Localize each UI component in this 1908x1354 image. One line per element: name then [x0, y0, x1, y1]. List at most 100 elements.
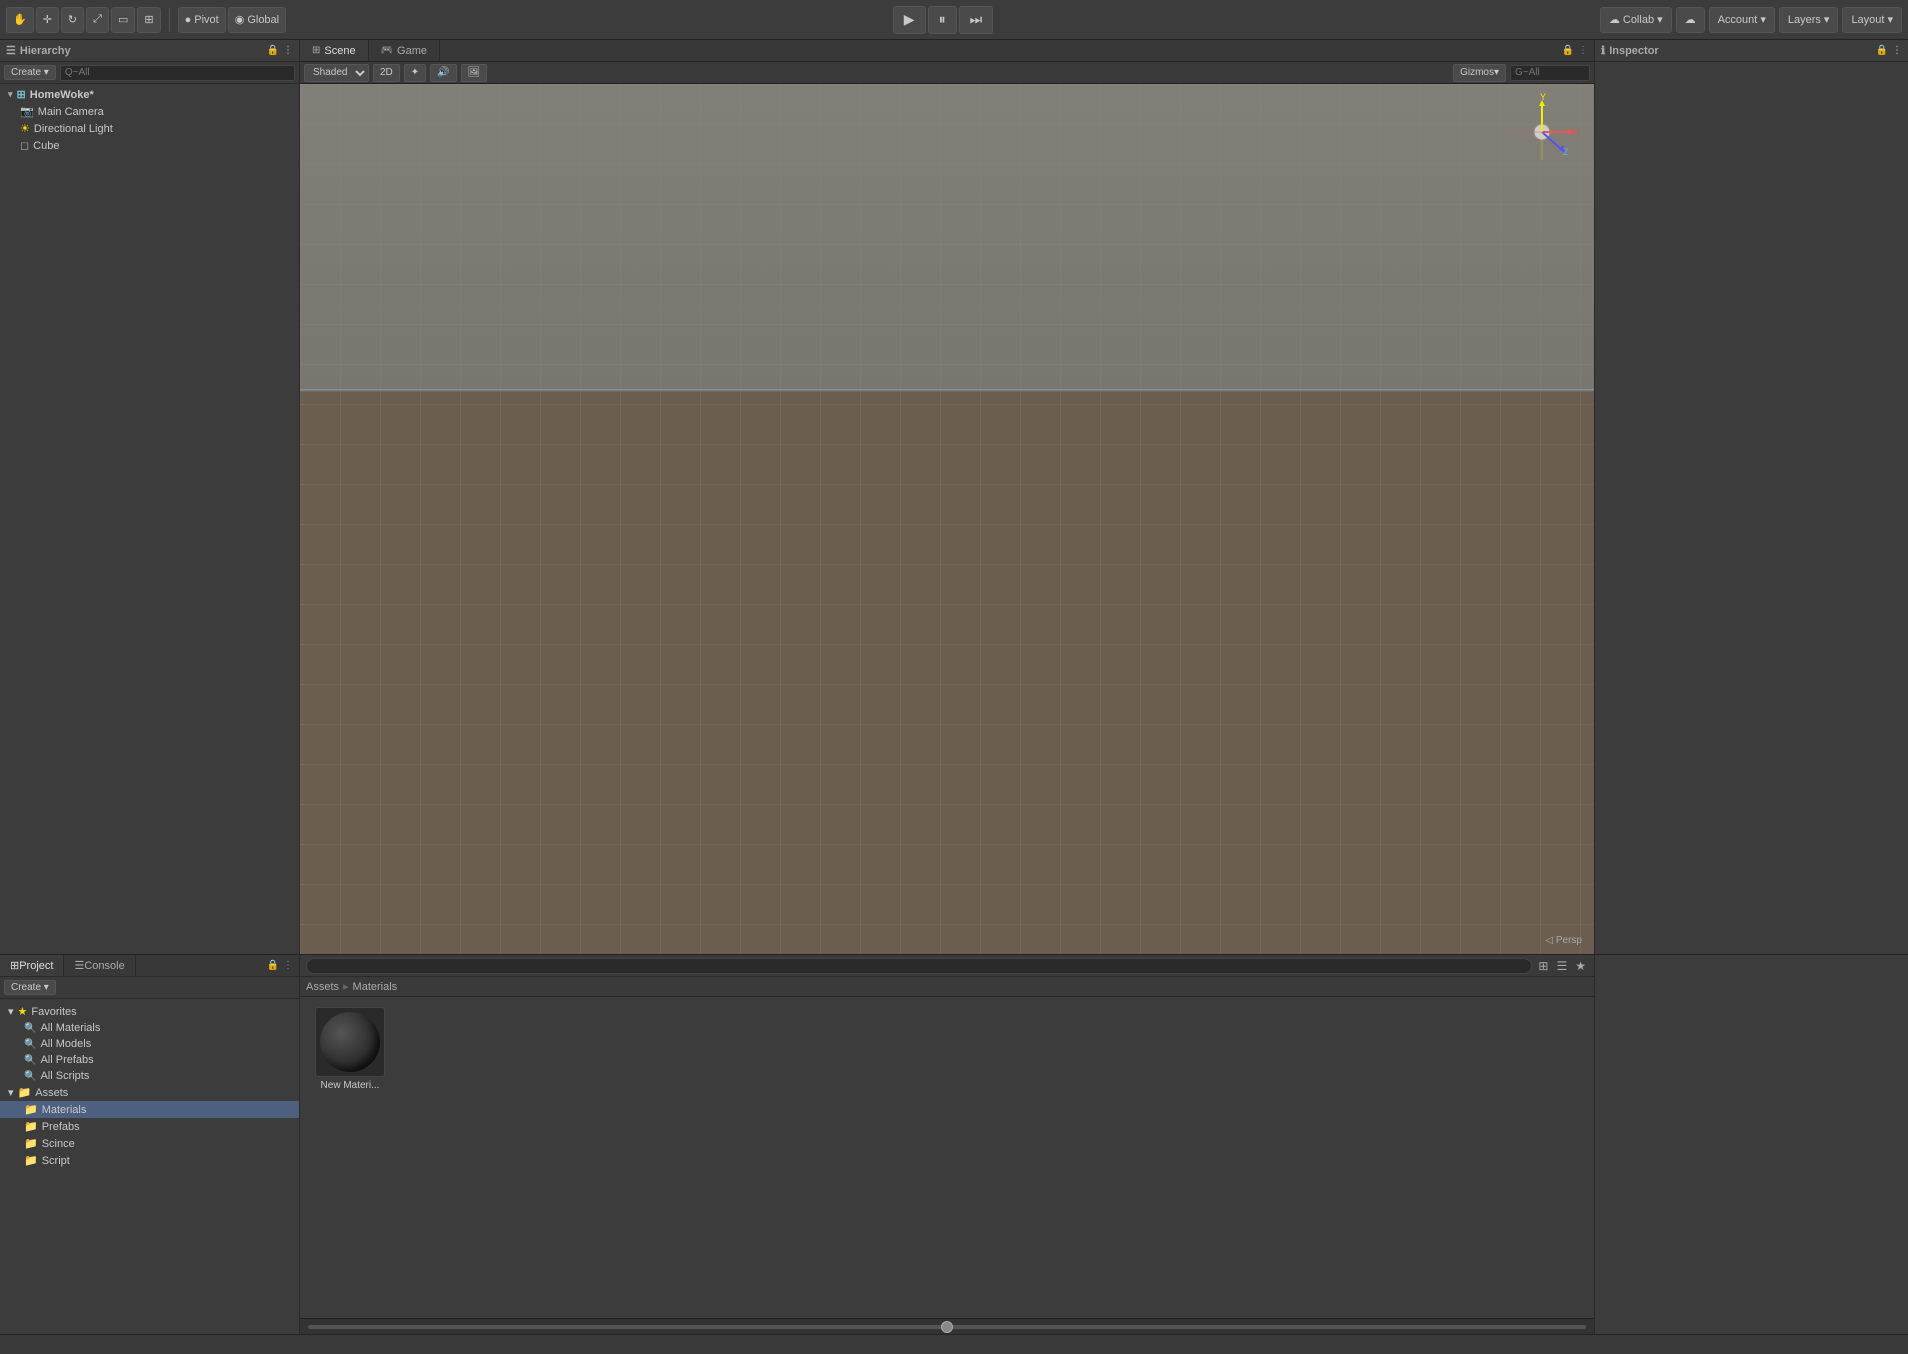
directional-light-item[interactable]: ☀ Directional Light: [0, 120, 299, 137]
play-btn[interactable]: ▶: [893, 6, 926, 34]
pause-btn[interactable]: ⏸: [928, 6, 957, 34]
lighting-icon: ✦: [411, 67, 419, 78]
layers-btn[interactable]: Layers ▾: [1779, 7, 1839, 33]
hierarchy-search-input[interactable]: [60, 65, 295, 81]
scince-folder-label: Scince: [42, 1138, 75, 1150]
cube-label: Cube: [33, 140, 59, 152]
script-folder[interactable]: 📁 Script: [0, 1152, 299, 1169]
2d-btn[interactable]: 2D: [373, 64, 400, 82]
hierarchy-more-icon[interactable]: ⋮: [283, 45, 293, 56]
shading-select[interactable]: Shaded: [304, 64, 369, 82]
prefabs-folder[interactable]: 📁 Prefabs: [0, 1118, 299, 1135]
transform-tool-btn[interactable]: ⊞: [137, 7, 160, 33]
hierarchy-header-left: ☰ Hierarchy: [6, 44, 71, 57]
scene-gizmo-widget[interactable]: X Y Z: [1502, 92, 1582, 172]
inspector-more-icon[interactable]: ⋮: [1892, 45, 1902, 56]
scene-view[interactable]: X Y Z ◁ Persp: [300, 84, 1594, 954]
tab-scene[interactable]: ⊞ Scene: [300, 40, 369, 61]
rotate-tool-btn[interactable]: ↻: [61, 7, 84, 33]
gizmo-axes-svg: X Y Z: [1502, 92, 1582, 172]
assets-folder[interactable]: ▾ 📁 Assets: [0, 1084, 299, 1101]
script-folder-icon: 📁: [24, 1154, 38, 1167]
lighting-btn[interactable]: ✦: [404, 64, 426, 82]
favorites-label: Favorites: [31, 1006, 76, 1018]
scene-game-tabs: ⊞ Scene 🎮 Game 🔒 ⋮: [300, 40, 1594, 62]
collab-btn[interactable]: ☁ Collab ▾: [1600, 7, 1672, 33]
project-create-label: Create: [11, 982, 41, 993]
step-btn[interactable]: ⏭: [959, 6, 994, 34]
scince-folder-icon: 📁: [24, 1137, 38, 1150]
tab-game[interactable]: 🎮 Game: [369, 40, 440, 61]
search-icon-prefabs: 🔍: [24, 1055, 36, 1066]
rect-icon: ▭: [118, 13, 128, 26]
inspector-title: Inspector: [1609, 45, 1659, 57]
image-effects-btn[interactable]: 🖼: [461, 64, 488, 82]
project-create-btn[interactable]: Create ▾: [4, 980, 56, 995]
breadcrumb-materials[interactable]: Materials: [353, 981, 398, 993]
hand-tool-btn[interactable]: ✋: [6, 7, 34, 33]
layers-dropdown-icon: ▾: [1824, 13, 1830, 26]
audio-btn[interactable]: 🔊: [430, 64, 456, 82]
main-camera-item[interactable]: 📷 Main Camera: [0, 103, 299, 120]
scince-folder[interactable]: 📁 Scince: [0, 1135, 299, 1152]
asset-view-btn-2[interactable]: ☰: [1554, 957, 1569, 975]
favorites-folder[interactable]: ▾ ★ Favorites: [0, 1003, 299, 1020]
top-toolbar: ✋ ✛ ↻ ⤢ ▭ ⊞ ● Pivot ◉ Global ▶: [0, 0, 1908, 40]
breadcrumb-assets[interactable]: Assets: [306, 981, 339, 993]
material-thumbnail: [315, 1007, 385, 1077]
all-materials-label: All Materials: [40, 1022, 100, 1034]
assets-folder-icon: 📁: [18, 1086, 32, 1099]
main-content-panel: ⊞ ☰ ★ Assets ▸ Materials New Materi...: [300, 955, 1594, 1334]
tab-console[interactable]: ☰ Console: [64, 955, 135, 976]
account-btn[interactable]: Account ▾: [1709, 7, 1775, 33]
asset-view-btn-1[interactable]: ⊞: [1536, 957, 1550, 975]
inspector-header-left: ℹ Inspector: [1601, 44, 1659, 57]
layout-btn[interactable]: Layout ▾: [1842, 7, 1902, 33]
layout-label: Layout: [1851, 14, 1884, 26]
hierarchy-create-btn[interactable]: Create ▾: [4, 65, 56, 80]
search-icon-materials: 🔍: [24, 1023, 36, 1034]
pivot-label: Pivot: [194, 14, 218, 26]
move-tool-btn[interactable]: ✛: [36, 7, 59, 33]
scene-root-item[interactable]: ▾ ⊞ HomeWoke*: [0, 86, 299, 103]
all-scripts-item[interactable]: 🔍 All Scripts: [0, 1068, 299, 1084]
asset-search-input[interactable]: [306, 958, 1532, 974]
favorites-star-icon: ★: [18, 1005, 28, 1018]
material-label: New Materi...: [321, 1080, 380, 1091]
step-icon: ⏭: [970, 11, 983, 28]
asset-favorite-btn[interactable]: ★: [1573, 957, 1588, 975]
cloud-upload-btn[interactable]: ☁: [1676, 7, 1705, 33]
slider-track[interactable]: [308, 1325, 1586, 1329]
scene-more-icon[interactable]: ⋮: [1578, 45, 1588, 56]
inspector-icon: ℹ: [1601, 44, 1605, 57]
prefabs-folder-icon: 📁: [24, 1120, 38, 1133]
all-materials-item[interactable]: 🔍 All Materials: [0, 1020, 299, 1036]
all-prefabs-item[interactable]: 🔍 All Prefabs: [0, 1052, 299, 1068]
rect-tool-btn[interactable]: ▭: [111, 7, 135, 33]
camera-icon: 📷: [20, 105, 34, 118]
project-more-icon[interactable]: ⋮: [283, 960, 293, 971]
inspector-lock-icon[interactable]: 🔒: [1876, 45, 1888, 56]
console-tab-label: Console: [84, 960, 124, 972]
project-tree: ▾ ★ Favorites 🔍 All Materials 🔍 All Mode…: [0, 999, 299, 1334]
material-asset-item[interactable]: New Materi...: [310, 1007, 390, 1091]
slider-thumb[interactable]: [941, 1321, 953, 1333]
cube-item[interactable]: ◻ Cube: [0, 137, 299, 154]
gizmos-btn[interactable]: Gizmos ▾: [1453, 64, 1506, 82]
pivot-btn[interactable]: ● Pivot: [178, 7, 226, 33]
hierarchy-lock-icon[interactable]: 🔒: [267, 45, 279, 56]
materials-folder[interactable]: 📁 Materials: [0, 1101, 299, 1118]
scale-tool-btn[interactable]: ⤢: [86, 7, 109, 33]
global-icon: ◉: [235, 13, 245, 26]
scene-lock-icon[interactable]: 🔒: [1562, 45, 1574, 56]
layers-label: Layers: [1788, 14, 1821, 26]
account-dropdown-icon: ▾: [1760, 13, 1766, 26]
tab-project[interactable]: ⊞ Project: [0, 955, 64, 976]
global-btn[interactable]: ◉ Global: [228, 7, 286, 33]
assets-arrow: ▾: [8, 1086, 14, 1099]
project-lock-icon[interactable]: 🔒: [267, 960, 279, 971]
light-icon: ☀: [20, 122, 30, 135]
all-models-item[interactable]: 🔍 All Models: [0, 1036, 299, 1052]
scene-search-input[interactable]: [1510, 65, 1590, 81]
scene-root-label: HomeWoke*: [30, 89, 94, 101]
